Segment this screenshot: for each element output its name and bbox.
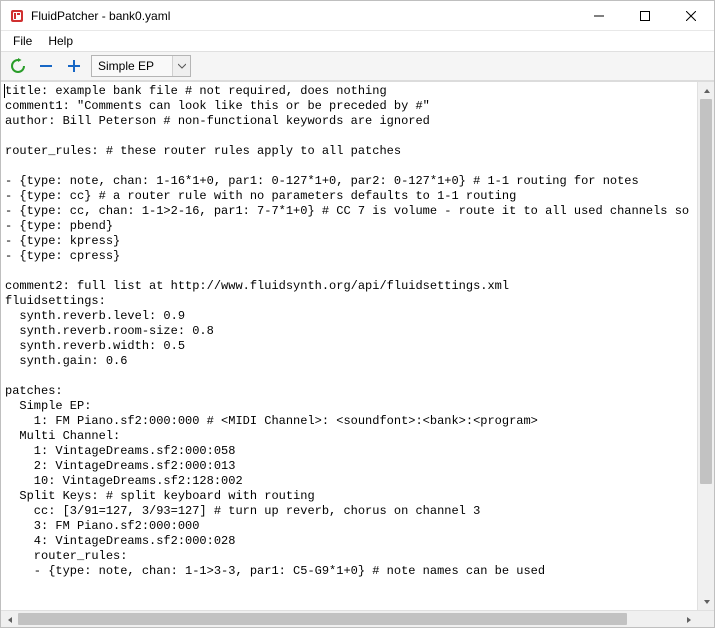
horizontal-scrollbar[interactable] bbox=[1, 611, 697, 627]
scroll-corner bbox=[697, 611, 714, 627]
app-icon bbox=[9, 8, 25, 24]
yaml-editor[interactable]: title: example bank file # not required,… bbox=[1, 82, 697, 610]
chevron-down-icon bbox=[172, 56, 190, 76]
refresh-button[interactable] bbox=[7, 55, 29, 77]
toolbar: Simple EP bbox=[1, 51, 714, 81]
remove-button[interactable] bbox=[35, 55, 57, 77]
add-button[interactable] bbox=[63, 55, 85, 77]
refresh-icon bbox=[10, 58, 26, 74]
scroll-down-button[interactable] bbox=[698, 593, 714, 610]
vertical-scrollbar[interactable] bbox=[697, 82, 714, 610]
menubar: File Help bbox=[1, 31, 714, 51]
hscroll-thumb[interactable] bbox=[18, 613, 627, 625]
app-window: FluidPatcher - bank0.yaml File Help bbox=[0, 0, 715, 628]
minimize-button[interactable] bbox=[576, 1, 622, 31]
vscroll-thumb[interactable] bbox=[700, 99, 712, 484]
menu-file[interactable]: File bbox=[5, 32, 40, 50]
close-button[interactable] bbox=[668, 1, 714, 31]
patch-select-value: Simple EP bbox=[92, 59, 172, 73]
scroll-right-button[interactable] bbox=[680, 611, 697, 627]
window-title: FluidPatcher - bank0.yaml bbox=[31, 9, 170, 23]
menu-help[interactable]: Help bbox=[40, 32, 81, 50]
scroll-up-button[interactable] bbox=[698, 82, 714, 99]
hscroll-track[interactable] bbox=[18, 611, 680, 627]
maximize-button[interactable] bbox=[622, 1, 668, 31]
scroll-left-button[interactable] bbox=[1, 611, 18, 627]
titlebar: FluidPatcher - bank0.yaml bbox=[1, 1, 714, 31]
minus-icon bbox=[38, 58, 54, 74]
patch-select[interactable]: Simple EP bbox=[91, 55, 191, 77]
plus-icon bbox=[66, 58, 82, 74]
vscroll-track[interactable] bbox=[698, 99, 714, 593]
editor-area: title: example bank file # not required,… bbox=[1, 81, 714, 627]
